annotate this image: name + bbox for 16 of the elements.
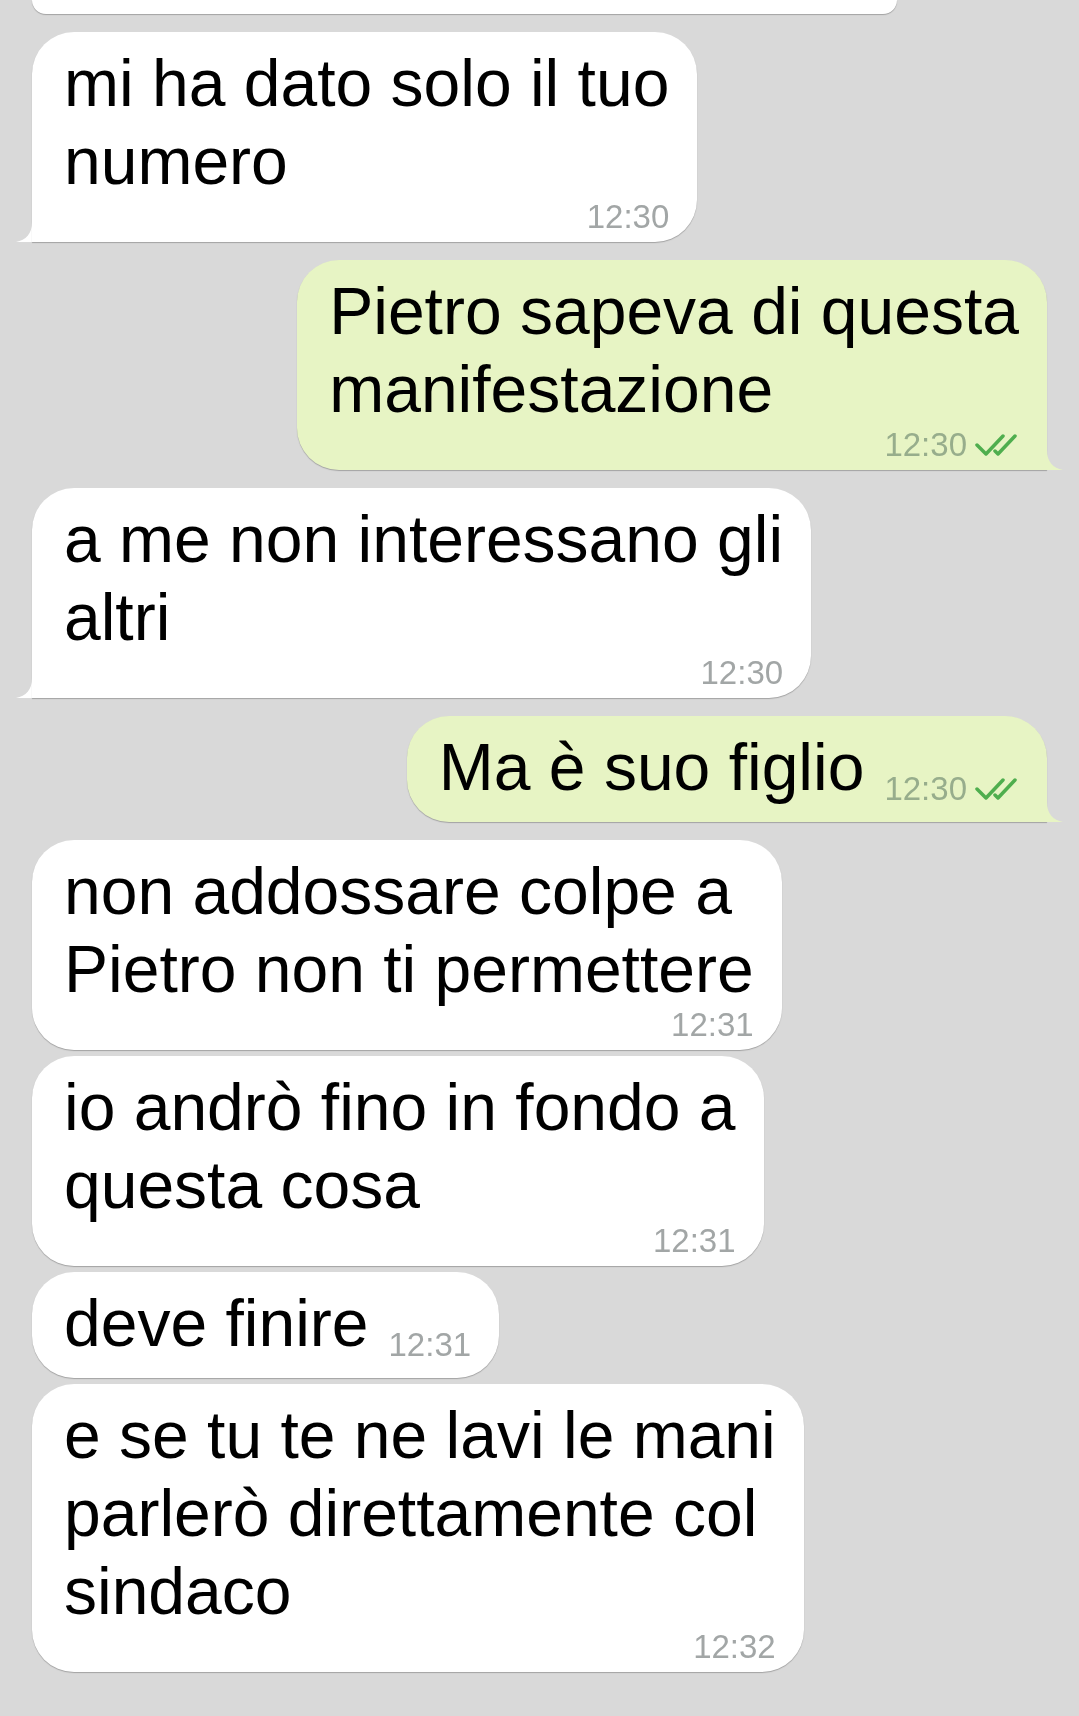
message-time: 12:30 [884, 772, 967, 806]
message-text: mi ha dato solo il tuo numero [64, 45, 670, 200]
message-time: 12:32 [693, 1630, 776, 1664]
message-text: Pietro sapeva di questa manifestazione [329, 273, 1019, 428]
message-time: 12:30 [586, 200, 670, 234]
message-text: Ma è suo figlio [438, 729, 865, 806]
message-text: io andrò fino in fondo a questa cosa [64, 1069, 736, 1224]
message-text: a me non interessano gli altri [64, 501, 784, 656]
message-time: 12:31 [652, 1224, 736, 1258]
message-text: non addossare colpe a Pietro non ti permettere [64, 853, 754, 1008]
message-time: 12:30 [700, 656, 784, 690]
message-text: deve finire [64, 1285, 369, 1362]
message-time: 12:31 [671, 1008, 754, 1042]
message-text: e se tu te ne lavi le mani parlerò direttamente col sindaco [64, 1397, 776, 1630]
message-time: 12:30 [884, 428, 967, 462]
message-time: 12:31 [388, 1328, 472, 1362]
